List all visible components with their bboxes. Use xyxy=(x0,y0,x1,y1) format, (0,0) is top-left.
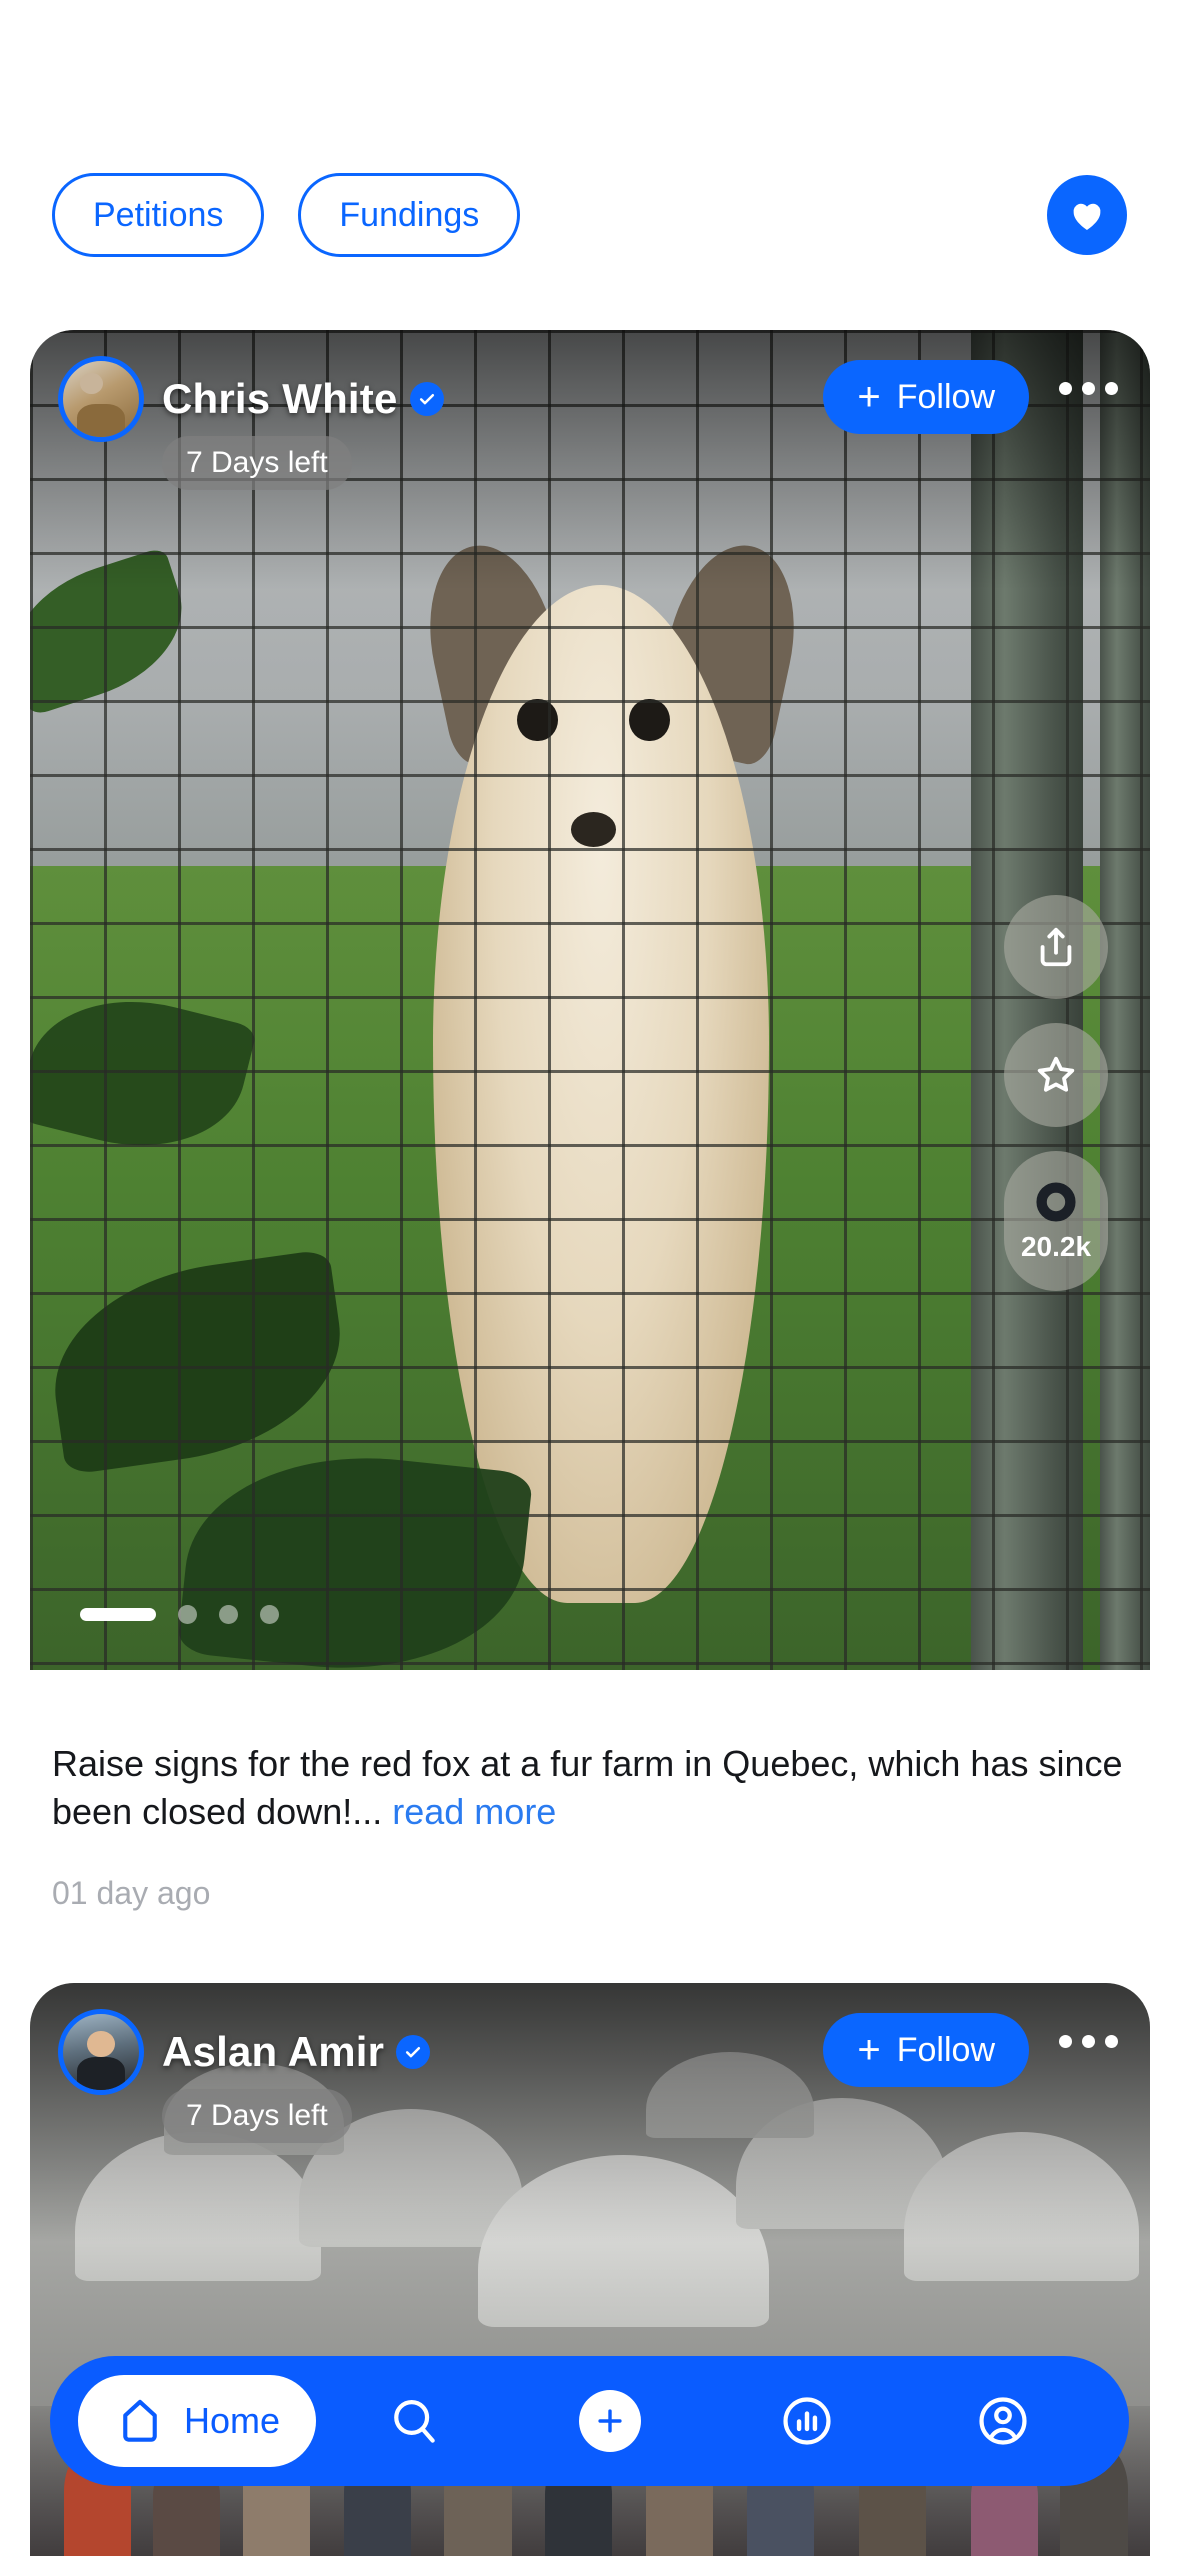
app-screen: Petitions Fundings Chris White 7 Days le… xyxy=(0,0,1179,2556)
filter-chip-petitions[interactable]: Petitions xyxy=(52,173,265,257)
nav-item-home[interactable]: Home xyxy=(78,2375,317,2467)
read-more-link[interactable]: read more xyxy=(392,1791,556,1832)
page-dot[interactable] xyxy=(178,1605,197,1624)
card-header-info: Chris White 7 Days left xyxy=(162,356,823,490)
carousel-page-indicator[interactable] xyxy=(80,1605,279,1624)
author-line: Aslan Amir xyxy=(162,2009,823,2095)
nav-item-stats[interactable] xyxy=(709,2393,905,2449)
follow-button[interactable]: + Follow xyxy=(823,2013,1029,2087)
plus-icon xyxy=(598,2409,623,2433)
post-caption-text: Raise signs for the red fox at a fur far… xyxy=(52,1743,1123,1832)
filter-chip-petitions-label: Petitions xyxy=(93,195,224,234)
card-header: Aslan Amir 7 Days left + Follow xyxy=(30,1983,1150,2143)
status-badge: 7 Days left xyxy=(162,2089,352,2143)
page-dot-active[interactable] xyxy=(80,1608,156,1621)
post-actions-rail: 20.2k xyxy=(1004,895,1108,1291)
status-badge-label: 7 Days left xyxy=(186,2099,328,2132)
author-line: Chris White xyxy=(162,356,823,442)
top-filter-bar: Petitions Fundings xyxy=(0,160,1179,270)
sign-count: 20.2k xyxy=(1020,1231,1092,1262)
nav-item-profile[interactable] xyxy=(905,2393,1101,2449)
ellipsis-icon xyxy=(1059,382,1072,395)
filter-chip-fundings[interactable]: Fundings xyxy=(298,173,521,257)
share-button[interactable] xyxy=(1004,895,1108,999)
star-button[interactable] xyxy=(1004,1023,1108,1127)
follow-button-label: Follow xyxy=(896,377,995,416)
nav-item-search[interactable] xyxy=(316,2393,512,2449)
bar-chart-icon xyxy=(783,2397,831,2445)
check-icon xyxy=(406,2047,421,2058)
avatar[interactable] xyxy=(58,356,144,442)
bottom-navigation-bar: Home xyxy=(50,2356,1129,2486)
favorites-button[interactable] xyxy=(1047,175,1127,255)
nav-item-create[interactable] xyxy=(512,2390,708,2452)
more-options-button[interactable] xyxy=(1059,2035,1118,2048)
follow-plus-icon: + xyxy=(857,375,881,419)
ellipsis-icon xyxy=(1059,2035,1072,2048)
sign-button[interactable]: 20.2k xyxy=(1004,1151,1108,1291)
home-icon xyxy=(123,2399,157,2442)
more-options-button[interactable] xyxy=(1059,382,1118,395)
card-header: Chris White 7 Days left + Follow xyxy=(30,330,1150,490)
post-caption: Raise signs for the red fox at a fur far… xyxy=(52,1740,1127,1835)
verified-badge-icon xyxy=(396,2035,431,2069)
share-icon xyxy=(1040,927,1072,967)
post-timestamp: 01 day ago xyxy=(52,1875,211,1911)
feed-card[interactable]: Chris White 7 Days left + Follow 20.2k xyxy=(30,330,1150,1670)
page-dot[interactable] xyxy=(219,1605,238,1624)
avatar[interactable] xyxy=(58,2009,144,2095)
card-header-info: Aslan Amir 7 Days left xyxy=(162,2009,823,2143)
user-icon xyxy=(979,2397,1027,2445)
check-icon xyxy=(419,394,434,405)
status-badge-label: 7 Days left xyxy=(186,446,328,479)
nav-item-home-label: Home xyxy=(184,2400,281,2441)
heart-icon xyxy=(1073,203,1101,230)
search-icon xyxy=(394,2400,435,2443)
author-name: Chris White xyxy=(162,375,398,422)
status-badge: 7 Days left xyxy=(162,436,352,490)
author-name: Aslan Amir xyxy=(162,2028,385,2075)
star-icon xyxy=(1037,1056,1075,1092)
post-image[interactable] xyxy=(30,330,1150,1670)
follow-button-label: Follow xyxy=(896,2030,995,2069)
page-dot[interactable] xyxy=(260,1605,279,1624)
verified-badge-icon xyxy=(409,382,444,416)
filter-chip-fundings-label: Fundings xyxy=(339,195,480,234)
follow-button[interactable]: + Follow xyxy=(823,360,1029,434)
signature-ring-icon xyxy=(1036,1182,1076,1222)
follow-plus-icon: + xyxy=(857,2028,881,2072)
